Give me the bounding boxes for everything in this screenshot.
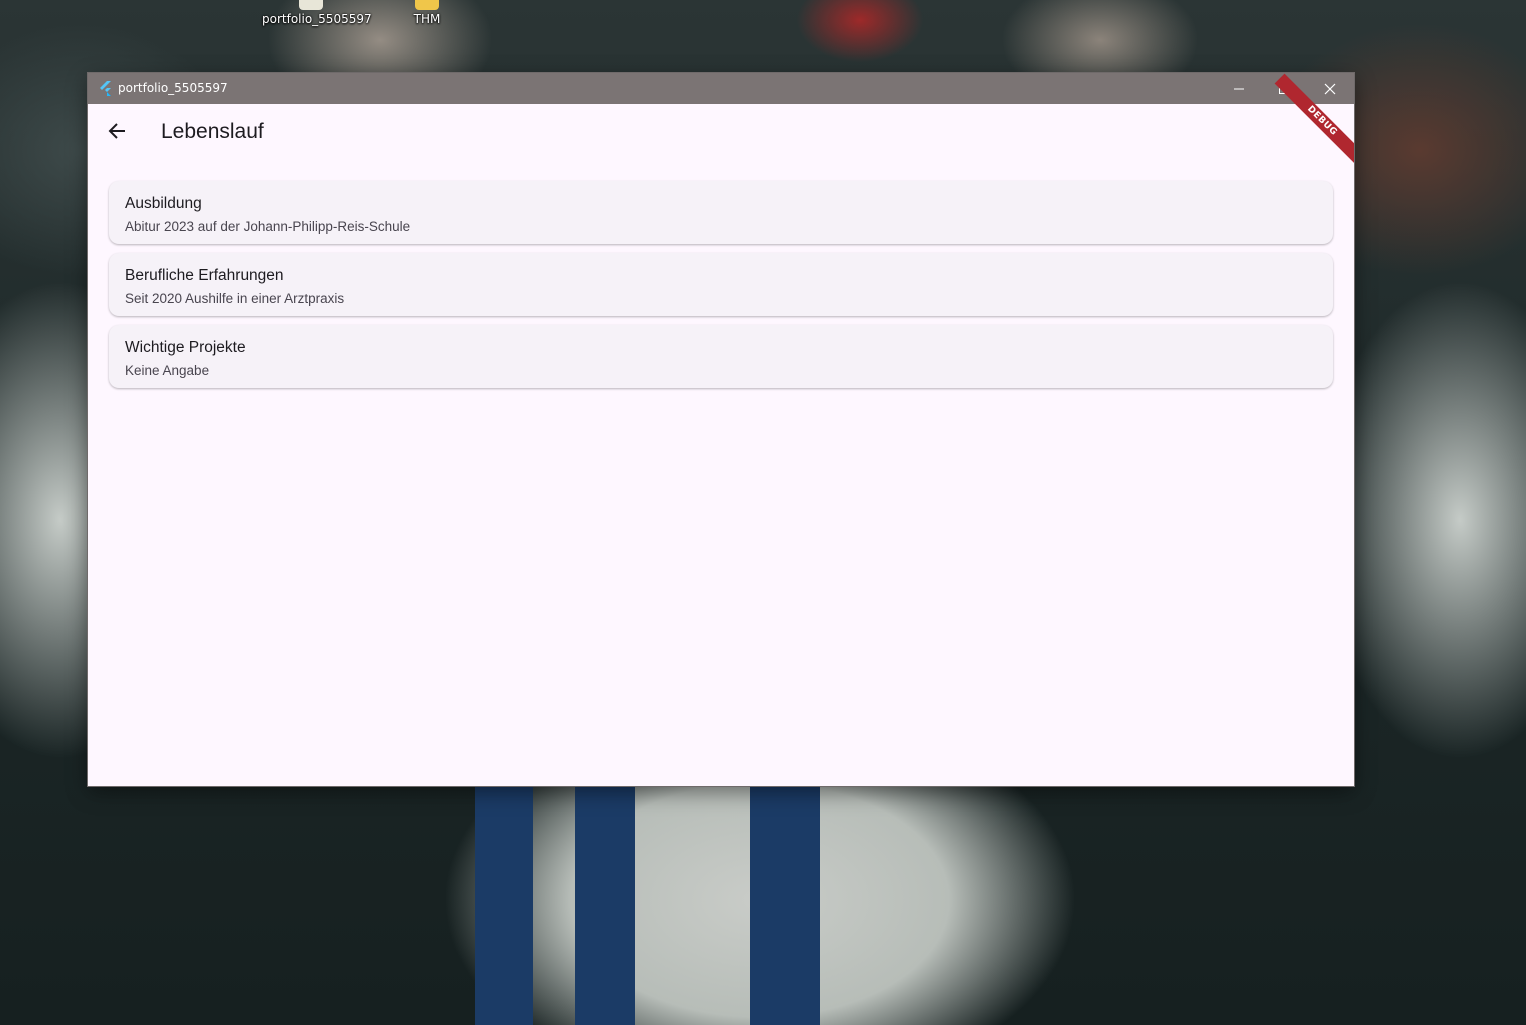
- page-title: Lebenslauf: [161, 120, 264, 143]
- list-item-education[interactable]: Ausbildung Abitur 2023 auf der Johann-Ph…: [109, 181, 1333, 244]
- minimize-icon: [1234, 88, 1244, 89]
- app-shortcut-icon: [299, 0, 323, 10]
- background-stripe: [575, 785, 635, 1025]
- arrow-back-icon: [108, 123, 125, 139]
- list-item-work-experience[interactable]: Berufliche Erfahrungen Seit 2020 Aushilf…: [109, 253, 1333, 316]
- back-button[interactable]: [102, 116, 132, 146]
- list-item-subtitle: Abitur 2023 auf der Johann-Philipp-Reis-…: [125, 219, 411, 234]
- list-item-subtitle: Seit 2020 Aushilfe in einer Arztpraxis: [125, 291, 345, 306]
- list-item-title: Berufliche Erfahrungen: [125, 267, 284, 284]
- folder-icon: [415, 0, 439, 10]
- desktop-icon-thm[interactable]: THM: [405, 0, 449, 26]
- list-item-subtitle: Keine Angabe: [125, 363, 210, 378]
- desktop-icon-portfolio[interactable]: portfolio_5505597: [262, 0, 372, 26]
- close-icon: [1324, 83, 1336, 94]
- app-window: portfolio_5505597 DEBUG Lebenslauf Ausbi…: [88, 73, 1354, 786]
- flutter-logo-icon: [100, 81, 111, 96]
- desktop-icon-label: portfolio_5505597: [262, 12, 372, 26]
- window-titlebar[interactable]: portfolio_5505597: [88, 73, 1354, 104]
- list-item-title: Ausbildung: [125, 195, 202, 212]
- background-stripe: [750, 785, 820, 1025]
- app-bar: Lebenslauf: [88, 104, 1354, 162]
- close-button[interactable]: [1307, 73, 1353, 104]
- resume-section-list: Ausbildung Abitur 2023 auf der Johann-Ph…: [109, 181, 1333, 397]
- minimize-button[interactable]: [1216, 73, 1262, 104]
- list-item-projects[interactable]: Wichtige Projekte Keine Angabe: [109, 325, 1333, 388]
- desktop-icon-label: THM: [413, 12, 441, 26]
- list-item-title: Wichtige Projekte: [125, 339, 246, 356]
- window-title: portfolio_5505597: [118, 81, 228, 95]
- background-stripe: [475, 785, 533, 1025]
